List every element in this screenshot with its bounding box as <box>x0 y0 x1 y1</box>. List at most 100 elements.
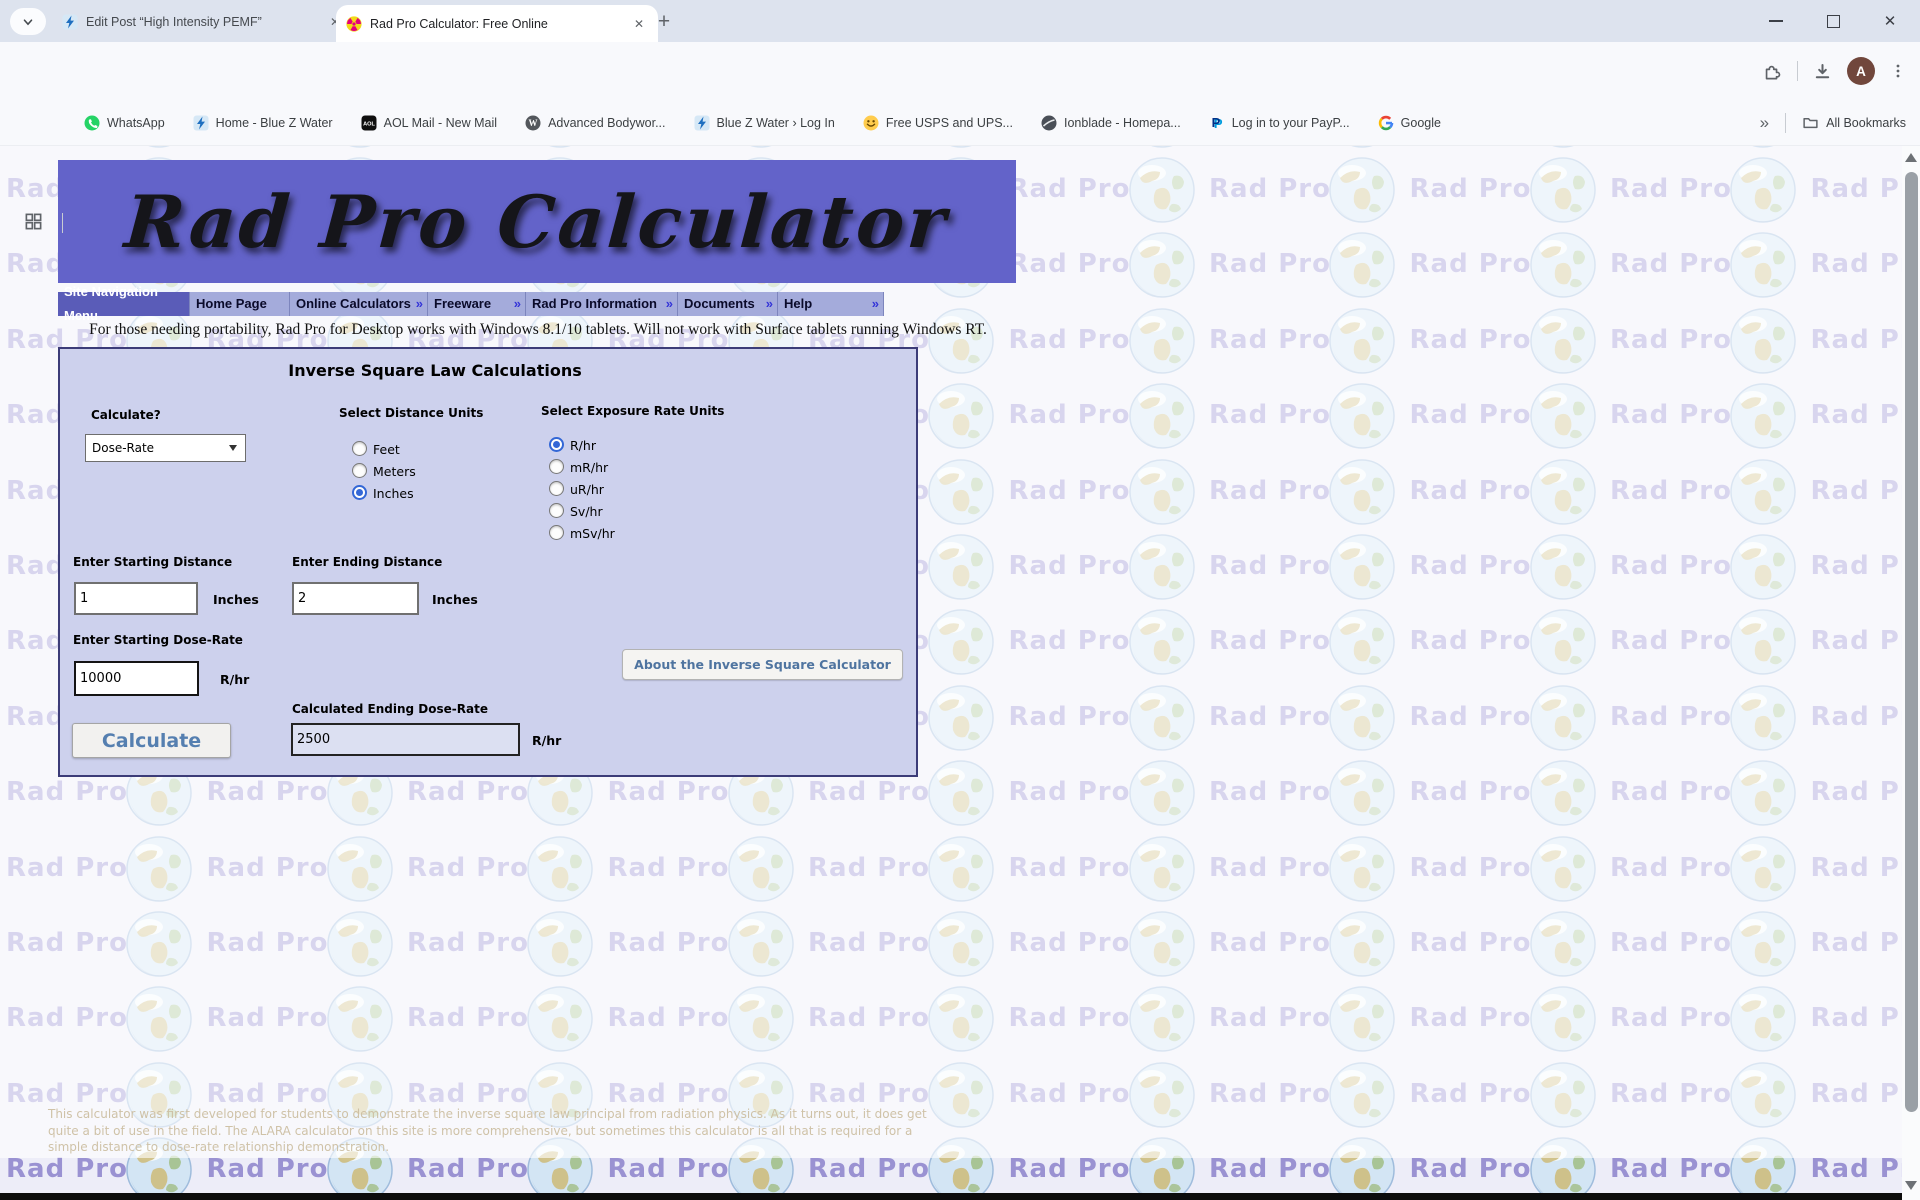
tab-close-icon[interactable]: ✕ <box>630 15 648 33</box>
nav-item-label: Help <box>784 292 812 316</box>
bookmark-item[interactable]: Ionblade - Homepa... <box>1041 115 1181 131</box>
nav-submenu-arrow-icon: » <box>664 292 677 316</box>
bookmarks-overflow-icon[interactable]: » <box>1760 113 1769 133</box>
all-bookmarks-button[interactable]: All Bookmarks <box>1802 114 1906 131</box>
bookmarks-right-separator <box>1785 113 1786 133</box>
ending-distance-unit: Inches <box>432 592 478 607</box>
toolbar-right-cluster: A <box>1763 42 1906 100</box>
browser-toolbar: Not secure radprocalculator.com/InverseS… <box>0 42 1920 100</box>
tab-rad-pro-calculator[interactable]: Rad Pro Calculator: Free Online ✕ <box>336 5 658 42</box>
watermark-text: Rad Pro <box>1410 1154 1532 1184</box>
site-banner: Rad Pro Calculator <box>58 160 1016 283</box>
nav-item-label: Online Calculators <box>296 292 411 316</box>
scrollbar-down-arrow[interactable] <box>1905 1181 1917 1190</box>
watermark-text: Rad Pro <box>1009 1154 1131 1184</box>
bookmark-item[interactable]: PP Log in to your PayP... <box>1209 115 1350 131</box>
starting-dose-input[interactable] <box>74 661 199 696</box>
page-scrollbar[interactable] <box>1902 145 1920 1200</box>
exposure-radio-sv-hr[interactable] <box>549 503 564 518</box>
nav-submenu-arrow-icon: » <box>512 292 525 316</box>
starting-distance-unit: Inches <box>213 592 259 607</box>
bookmark-item[interactable]: W Advanced Bodywor... <box>525 115 665 131</box>
tab-strip: Edit Post “High Intensity PEMF” ✕ Rad Pr… <box>0 0 1920 42</box>
calculator-panel: Inverse Square Law Calculations Calculat… <box>58 347 918 777</box>
exposure-radio-ur-hr[interactable] <box>549 481 564 496</box>
starting-dose-label: Enter Starting Dose-Rate <box>73 633 243 647</box>
tab-edit-post[interactable]: Edit Post “High Intensity PEMF” ✕ <box>52 7 354 36</box>
bluez-icon <box>193 115 209 131</box>
watermark-text: Rad Pro <box>407 1154 529 1184</box>
tab-title: Rad Pro Calculator: Free Online <box>370 17 622 31</box>
bookmark-label: Advanced Bodywor... <box>548 116 665 130</box>
menu-dots-icon[interactable] <box>1890 63 1906 79</box>
toolbar-separator <box>1797 61 1798 81</box>
starting-distance-input[interactable] <box>74 582 198 615</box>
bookmark-label: Home - Blue Z Water <box>216 116 333 130</box>
bookmark-item[interactable]: WhatsApp <box>84 115 165 131</box>
paypal-icon: PP <box>1209 115 1225 131</box>
exposure-radio-label: Sv/hr <box>570 504 603 519</box>
scrollbar-thumb[interactable] <box>1905 172 1918 1112</box>
exposure-radio-mr-hr[interactable] <box>549 459 564 474</box>
nav-item-help[interactable]: Help » <box>778 292 884 316</box>
result-label: Calculated Ending Dose-Rate <box>292 702 488 716</box>
nav-item-documents[interactable]: Documents » <box>678 292 778 316</box>
portability-notice: For those needing portability, Rad Pro f… <box>58 321 1018 339</box>
bookmark-item[interactable]: AOL AOL Mail - New Mail <box>361 115 497 131</box>
radiation-favicon <box>346 16 362 32</box>
watermark-text: Rad Pro <box>608 1154 730 1184</box>
result-input[interactable] <box>291 723 520 756</box>
new-tab-button[interactable]: + <box>650 9 678 37</box>
window-close-button[interactable]: ✕ <box>1866 0 1914 42</box>
globe-dark-icon <box>1041 115 1057 131</box>
svg-text:P: P <box>1211 115 1220 130</box>
window-minimize-button[interactable] <box>1752 0 1800 42</box>
tab-search-button[interactable] <box>10 8 46 35</box>
blue-z-water-favicon <box>62 14 78 30</box>
wordpress-icon: W <box>525 115 541 131</box>
svg-text:W: W <box>529 118 538 128</box>
nav-item-rad-pro-information[interactable]: Rad Pro Information» <box>526 292 678 316</box>
bottom-edge-bar <box>0 1193 1920 1200</box>
bookmarks-right: » All Bookmarks <box>1760 100 1906 145</box>
apps-grid-icon[interactable] <box>24 212 43 231</box>
bookmark-item[interactable]: Google <box>1378 115 1441 131</box>
bookmarks-separator <box>62 213 63 233</box>
ending-distance-label: Enter Ending Distance <box>292 555 442 569</box>
nav-item-label: Documents <box>684 292 755 316</box>
bookmark-item[interactable]: Free USPS and UPS... <box>863 115 1013 131</box>
window-maximize-button[interactable] <box>1809 0 1857 42</box>
nav-item-freeware[interactable]: Freeware» <box>428 292 526 316</box>
bookmarks-bar: WhatsApp Home - Blue Z Water AOL AOL Mail -… <box>0 100 1920 146</box>
extensions-puzzle-icon[interactable] <box>1763 62 1782 81</box>
nav-submenu-arrow-icon: » <box>764 292 777 316</box>
site-nav-bar: Site Navigation Menu Home PageOnline Cal… <box>58 292 884 316</box>
bookmark-label: Google <box>1401 116 1441 130</box>
exposure-radio-label: mSv/hr <box>570 526 615 541</box>
whatsapp-icon <box>84 115 100 131</box>
bookmark-item[interactable]: Home - Blue Z Water <box>193 115 333 131</box>
watermark-text: Rad Pro <box>207 1154 329 1184</box>
scrollbar-up-arrow[interactable] <box>1905 153 1917 162</box>
exposure-radio-r-hr[interactable] <box>549 437 564 452</box>
bookmark-label: WhatsApp <box>107 116 165 130</box>
nav-submenu-arrow-icon: » <box>870 292 883 316</box>
bookmark-label: AOL Mail - New Mail <box>384 116 497 130</box>
bookmark-label: Log in to your PayP... <box>1232 116 1350 130</box>
calculate-button[interactable]: Calculate <box>72 723 231 758</box>
about-inverse-square-button[interactable]: About the Inverse Square Calculator <box>622 649 903 680</box>
nav-item-online-calculators[interactable]: Online Calculators» <box>290 292 428 316</box>
nav-item-home-page[interactable]: Home Page <box>190 292 290 316</box>
watermark-text: Rad Pro <box>6 1154 128 1184</box>
svg-text:AOL: AOL <box>363 121 375 127</box>
exposure-radio-label: mR/hr <box>570 460 608 475</box>
maximize-icon <box>1827 15 1840 28</box>
bluez-icon <box>694 115 710 131</box>
exposure-radio-msv-hr[interactable] <box>549 525 564 540</box>
ending-distance-input[interactable] <box>292 582 419 615</box>
bookmark-item[interactable]: Blue Z Water › Log In <box>694 115 835 131</box>
downloads-icon[interactable] <box>1813 62 1832 81</box>
starting-dose-unit: R/hr <box>220 672 249 687</box>
profile-avatar[interactable]: A <box>1847 57 1875 85</box>
smiley-icon <box>863 115 879 131</box>
